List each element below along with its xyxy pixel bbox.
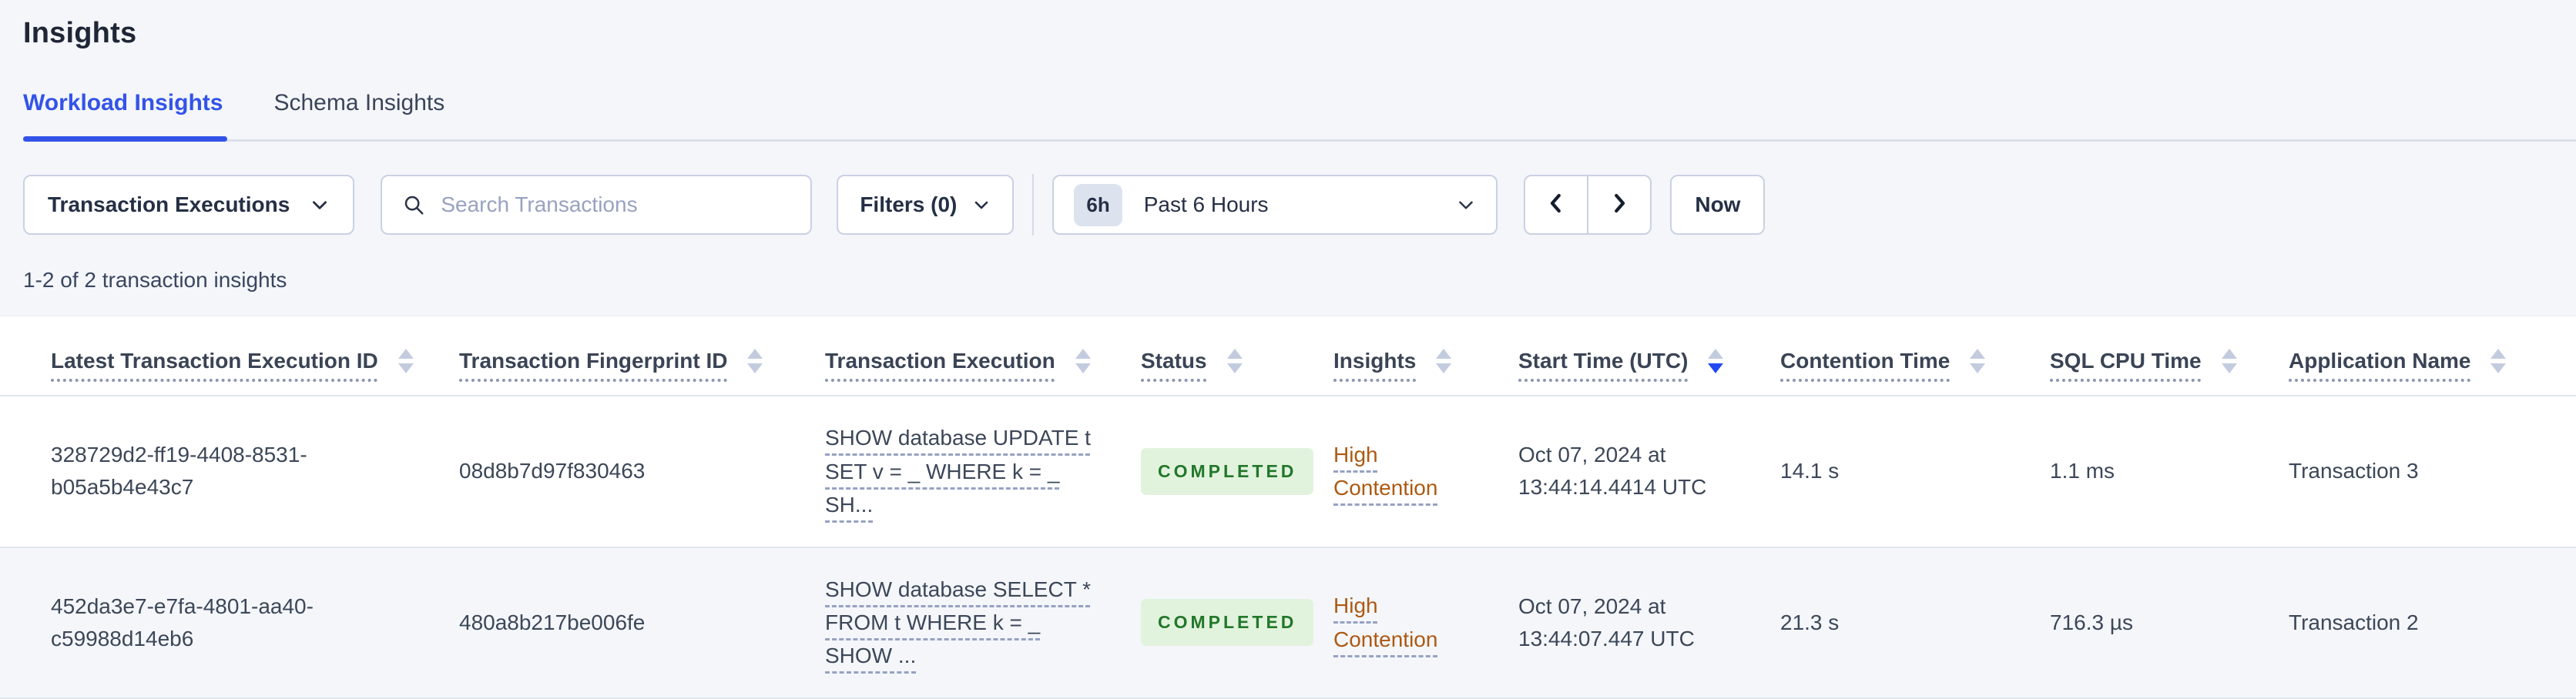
table-row: 328729d2-ff19-4408-8531-b05a5b4e43c7 08d… bbox=[0, 396, 2576, 548]
tab-schema-insights-label: Schema Insights bbox=[273, 90, 445, 115]
latest-transaction-execution-id: 452da3e7-e7fa-4801-aa40-c59988d14eb6 bbox=[51, 594, 314, 651]
sort-arrows-icon[interactable] bbox=[2221, 349, 2237, 374]
column-header-label[interactable]: Latest Transaction Execution ID bbox=[51, 347, 378, 375]
sql-cpu-time: 1.1 ms bbox=[2050, 459, 2115, 483]
sort-arrows-icon[interactable] bbox=[1436, 349, 1452, 374]
insight-type-dropdown[interactable]: Transaction Executions bbox=[23, 175, 355, 235]
column-header-label[interactable]: SQL CPU Time bbox=[2050, 347, 2202, 375]
time-range-badge: 6h bbox=[1074, 183, 1122, 226]
chevron-left-icon bbox=[1545, 190, 1568, 220]
column-header-insights: Insights bbox=[1333, 347, 1518, 375]
tab-workload-insights-label: Workload Insights bbox=[23, 90, 223, 115]
column-header-start-time: Start Time (UTC) bbox=[1518, 347, 1780, 375]
tab-workload-insights[interactable]: Workload Insights bbox=[23, 90, 228, 142]
column-header-label[interactable]: Transaction Fingerprint ID bbox=[459, 347, 727, 375]
sort-arrows-icon[interactable] bbox=[1226, 349, 1243, 374]
toolbar: Transaction Executions Filters (0) 6h Pa… bbox=[23, 174, 2576, 236]
application-name: Transaction 3 bbox=[2289, 459, 2419, 483]
column-header-application-name: Application Name bbox=[2289, 347, 2564, 375]
search-transactions-box[interactable] bbox=[381, 175, 813, 235]
tab-schema-insights[interactable]: Schema Insights bbox=[273, 90, 444, 139]
column-header-label[interactable]: Contention Time bbox=[1780, 347, 1950, 375]
transaction-fingerprint-id: 480a8b217be006fe bbox=[459, 610, 646, 634]
table-header-row: Latest Transaction Execution ID Transact… bbox=[0, 316, 2576, 397]
column-header-sql-cpu-time: SQL CPU Time bbox=[2050, 347, 2289, 375]
latest-transaction-execution-id: 328729d2-ff19-4408-8531-b05a5b4e43c7 bbox=[51, 443, 307, 500]
start-time: Oct 07, 2024 at 13:44:14.4414 UTC bbox=[1518, 443, 1707, 500]
sort-arrows-icon[interactable] bbox=[747, 349, 763, 374]
transaction-execution-link[interactable]: SHOW database UPDATE t SET v = _ WHERE k… bbox=[825, 421, 1110, 521]
search-input[interactable] bbox=[441, 192, 791, 217]
insights-page: Insights Workload Insights Schema Insigh… bbox=[0, 0, 2576, 293]
now-button[interactable]: Now bbox=[1670, 175, 1766, 235]
sort-arrows-icon[interactable] bbox=[1075, 349, 1091, 374]
sort-arrows-icon-active-desc[interactable] bbox=[1708, 349, 1724, 374]
toolbar-divider bbox=[1032, 174, 1035, 236]
insight-type-dropdown-label: Transaction Executions bbox=[48, 192, 290, 216]
contention-time: 14.1 s bbox=[1780, 459, 1840, 483]
column-header-contention-time: Contention Time bbox=[1780, 347, 2050, 375]
status-badge: COMPLETED bbox=[1141, 599, 1314, 646]
status-badge: COMPLETED bbox=[1141, 448, 1314, 495]
chevron-down-icon bbox=[1456, 195, 1476, 215]
column-header-transaction-execution: Transaction Execution bbox=[825, 347, 1141, 375]
sql-cpu-time: 716.3 µs bbox=[2050, 610, 2133, 634]
filters-dropdown-label: Filters (0) bbox=[860, 192, 958, 216]
table-row: 452da3e7-e7fa-4801-aa40-c59988d14eb6 480… bbox=[0, 547, 2576, 699]
application-name: Transaction 2 bbox=[2289, 610, 2419, 634]
column-header-label[interactable]: Start Time (UTC) bbox=[1518, 347, 1688, 375]
contention-time: 21.3 s bbox=[1780, 610, 1840, 634]
transaction-execution-link[interactable]: SHOW database SELECT * FROM t WHERE k = … bbox=[825, 573, 1110, 673]
chevron-down-icon bbox=[310, 195, 330, 215]
time-range-picker[interactable]: 6h Past 6 Hours bbox=[1052, 175, 1498, 235]
column-header-label[interactable]: Insights bbox=[1333, 347, 1416, 375]
column-header-label[interactable]: Application Name bbox=[2289, 347, 2470, 375]
sort-arrows-icon[interactable] bbox=[2490, 349, 2507, 374]
chevron-right-icon bbox=[1608, 190, 1631, 220]
insight-link[interactable]: High Contention bbox=[1333, 589, 1461, 656]
insight-link[interactable]: High Contention bbox=[1333, 438, 1461, 505]
start-time: Oct 07, 2024 at 13:44:07.447 UTC bbox=[1518, 594, 1695, 651]
sort-arrows-icon[interactable] bbox=[1970, 349, 1986, 374]
time-range-label: Past 6 Hours bbox=[1143, 192, 1269, 216]
page-title: Insights bbox=[23, 17, 137, 49]
sort-arrows-icon[interactable] bbox=[397, 349, 414, 374]
column-header-status: Status bbox=[1141, 347, 1333, 375]
column-header-transaction-fingerprint-id: Transaction Fingerprint ID bbox=[459, 347, 825, 375]
tab-bar: Workload Insights Schema Insights bbox=[23, 90, 2576, 142]
now-button-label: Now bbox=[1695, 192, 1741, 216]
chevron-down-icon bbox=[972, 196, 991, 214]
insights-table-card: Latest Transaction Execution ID Transact… bbox=[0, 316, 2576, 699]
column-header-label[interactable]: Transaction Execution bbox=[825, 347, 1055, 375]
search-icon bbox=[402, 193, 425, 216]
previous-time-range-button[interactable] bbox=[1524, 175, 1589, 235]
next-time-range-button[interactable] bbox=[1587, 175, 1652, 235]
column-header-latest-transaction-execution-id: Latest Transaction Execution ID bbox=[51, 347, 459, 375]
transaction-fingerprint-id: 08d8b7d97f830463 bbox=[459, 459, 646, 483]
column-header-label[interactable]: Status bbox=[1141, 347, 1207, 375]
results-count: 1-2 of 2 transaction insights bbox=[23, 268, 287, 292]
time-range-arrows bbox=[1524, 175, 1652, 235]
filters-dropdown[interactable]: Filters (0) bbox=[837, 175, 1015, 235]
